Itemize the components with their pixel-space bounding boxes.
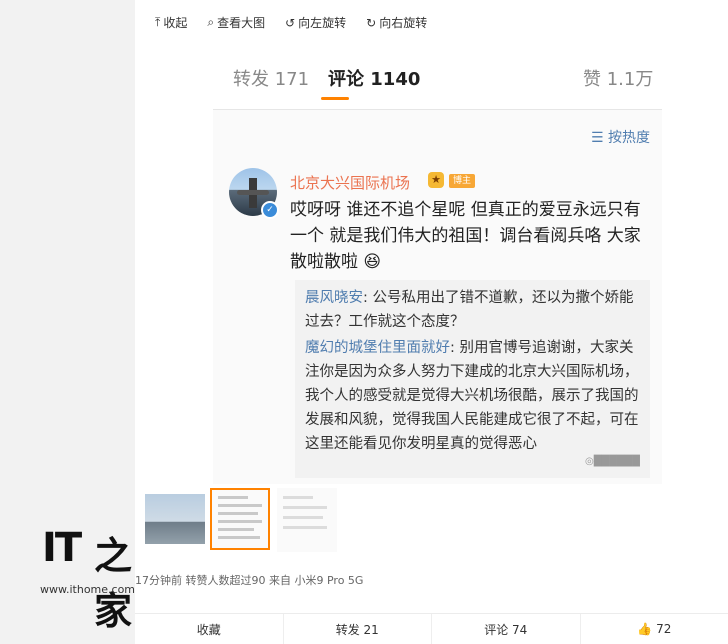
reply-list: 晨风晓安: 公号私用出了错不道歉，还以为撒个娇能过去？工作就这个态度？ 魔幻的城… [295,280,650,478]
like-button[interactable]: 👍 72 [581,614,728,644]
thumbs-up-icon: 👍 [637,622,652,636]
comment-button[interactable]: 评论 74 [432,614,581,644]
collect-button[interactable]: 收藏 [135,614,284,644]
reply-user: 晨风晓安 [305,290,363,306]
tab-likes: 赞 1.1万 [583,65,653,91]
reply-text: 别用官博号追谢谢，大家关注你是因为众多人努力下建成的北京大兴国际机场，我个人的感… [305,340,639,452]
ithome-logo: IT 之家 [42,525,134,580]
comment-author: 北京大兴国际机场 [290,172,410,193]
collapse-button[interactable]: ⤒ 收起 [155,14,187,31]
reply-item: 晨风晓安: 公号私用出了错不道歉，还以为撒个娇能过去？工作就这个态度？ [305,286,645,334]
comment-tabs: 转发 171 评论 1140 赞 1.1万 [213,47,662,110]
post-meta: 17分钟前 转赞人数超过90 来自 小米9 Pro 5G [135,572,363,588]
magnifier-icon: ⌕ [207,15,214,30]
weibo-watermark: ◎██████ [585,456,640,467]
verified-icon: ✓ [261,201,279,219]
tab-repost: 转发 171 [233,65,309,91]
sort-label: ☰ 按热度 [591,127,650,147]
thumbnail-2-selected[interactable] [210,488,270,550]
thumbnail-3[interactable] [277,488,337,552]
rotate-left-button[interactable]: ↺ 向左旋转 [285,14,346,31]
sort-icon: ☰ [591,130,604,146]
tab-comments: 评论 1140 [328,65,420,91]
active-tab-indicator [321,97,349,100]
fan-badge-icon: ★ [428,172,444,188]
view-large-button[interactable]: ⌕ 查看大图 [207,14,265,31]
owner-badge: 博主 [449,174,475,188]
reply-item: 魔幻的城堡住里面就好: 别用官博号追谢谢，大家关注你是因为众多人努力下建成的北京… [305,336,645,456]
reply-user: 魔幻的城堡住里面就好 [305,340,450,356]
site-url: www.ithome.com [40,583,135,596]
image-toolbar: ⤒ 收起 ⌕ 查看大图 ↺ 向左旋转 ↻ 向右旋转 [155,14,427,31]
rotate-left-icon: ↺ [285,16,295,30]
action-bar: 收藏 转发 21 评论 74 👍 72 [135,613,728,644]
collapse-icon: ⤒ [155,15,160,30]
rotate-right-button[interactable]: ↻ 向右旋转 [366,14,427,31]
repost-button[interactable]: 转发 21 [284,614,433,644]
thumbnail-1[interactable] [145,494,205,544]
comment-text: 哎呀呀 谁还不追个星呢 但真正的爱豆永远只有一个 就是我们伟大的祖国！调台看阅兵… [290,197,650,275]
laugh-emoji-icon: 😆 [358,252,381,272]
post-image[interactable]: 转发 171 评论 1140 赞 1.1万 ☰ 按热度 ✓ 北京大兴国际机场 ★… [213,47,662,484]
rotate-right-icon: ↻ [366,16,376,30]
